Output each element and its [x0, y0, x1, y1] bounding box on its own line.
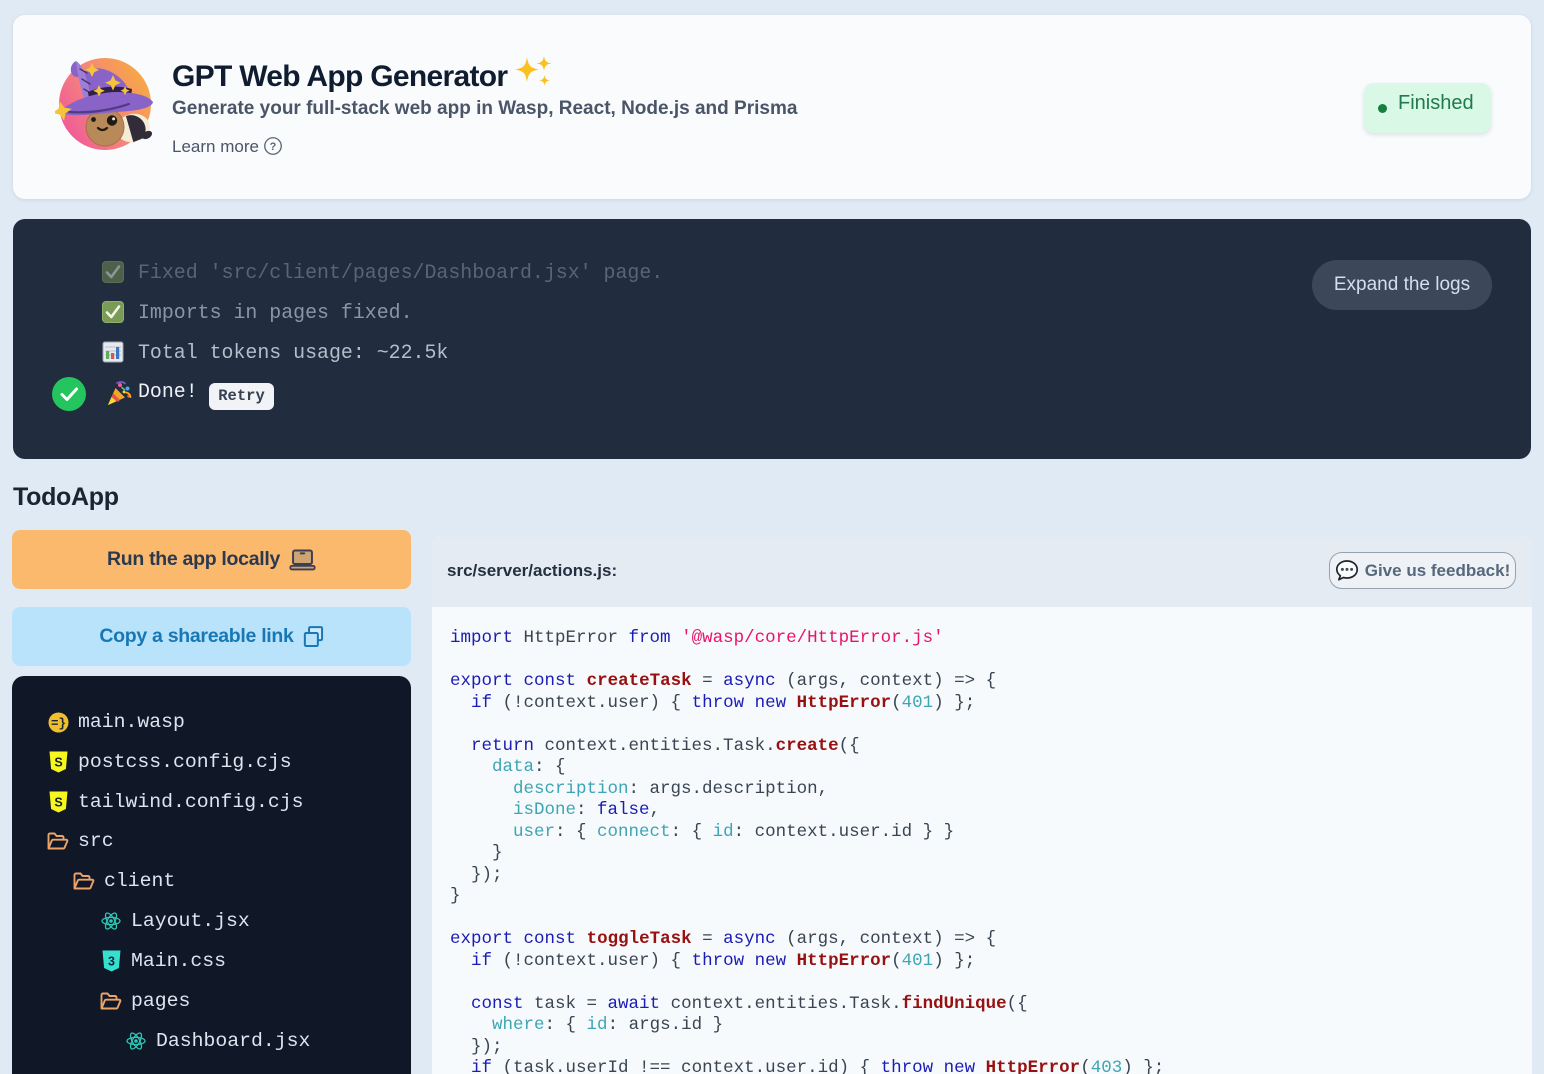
svg-text:S: S [54, 796, 62, 810]
svg-text:=}: =} [50, 717, 65, 731]
svg-text:S: S [54, 756, 62, 770]
svg-text:?: ? [269, 141, 276, 153]
svg-text:3: 3 [108, 955, 115, 969]
